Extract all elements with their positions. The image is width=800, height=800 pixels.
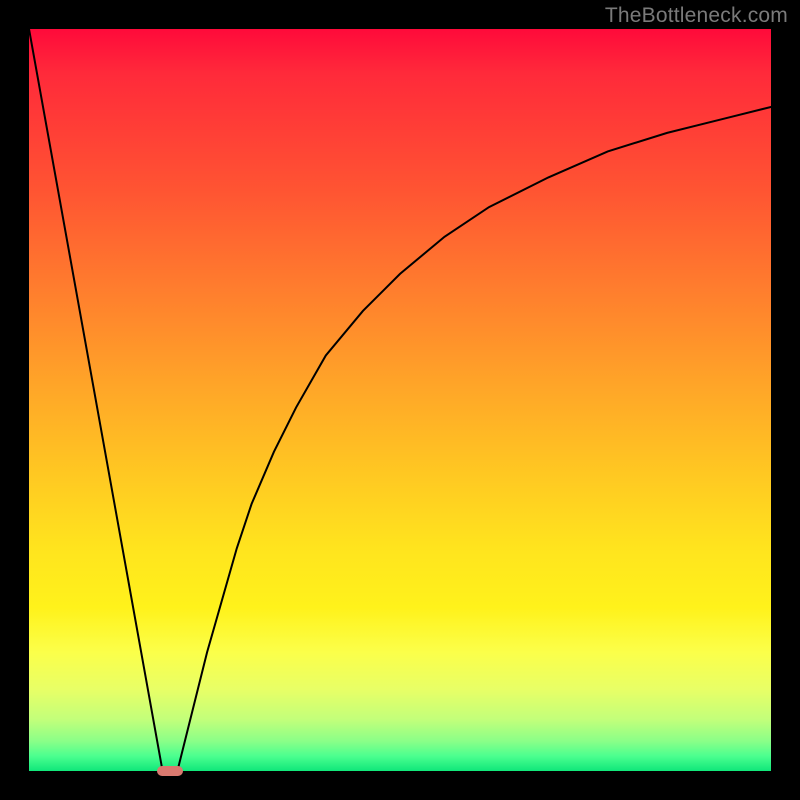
watermark-text: TheBottleneck.com: [605, 4, 788, 28]
chart-frame: TheBottleneck.com: [0, 0, 800, 800]
curve-path: [29, 29, 771, 771]
minimum-marker: [157, 766, 184, 776]
chart-curves: [29, 29, 771, 771]
